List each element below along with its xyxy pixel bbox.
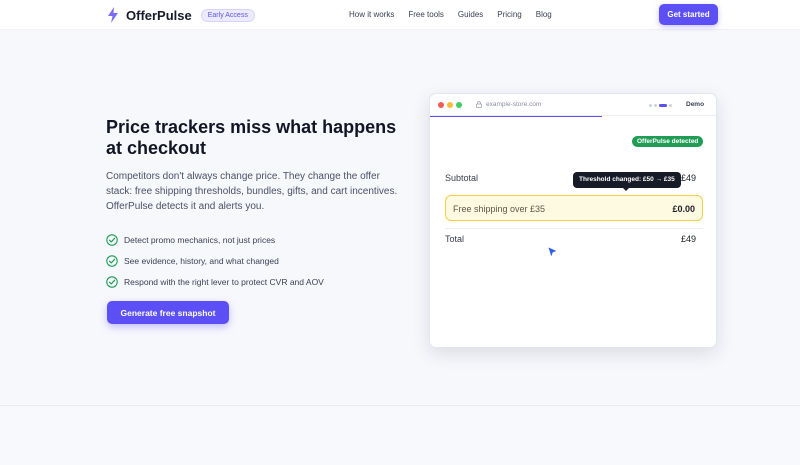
nav-link-pricing[interactable]: Pricing (497, 10, 521, 19)
demo-browser-window: example-store.com Demo OfferPulse detect… (429, 93, 717, 348)
free-shipping-label: Free shipping over £35 (453, 204, 546, 214)
feature-list: Detect promo mechanics, not just prices … (106, 229, 324, 292)
lightning-bolt-icon (108, 7, 118, 23)
window-minimize-dot (447, 102, 453, 108)
check-circle-icon (106, 254, 118, 267)
step-dot (649, 104, 652, 107)
nav-link-free-tools[interactable]: Free tools (408, 10, 444, 19)
check-circle-icon (106, 233, 118, 246)
load-progress-bar (430, 116, 602, 117)
step-dot (654, 104, 657, 107)
row-divider (445, 228, 703, 229)
brand-name: OfferPulse (126, 7, 192, 23)
lock-icon (476, 101, 482, 108)
cursor-pointer-icon (548, 247, 557, 257)
logo[interactable]: OfferPulse Early Access (107, 7, 255, 23)
tooltip-arrow (622, 187, 630, 191)
check-circle-icon (106, 275, 118, 288)
main-nav: How it works Free tools Guides Pricing B… (349, 10, 566, 19)
nav-link-blog[interactable]: Blog (536, 10, 552, 19)
total-row: Total £49 (445, 234, 703, 244)
next-section (0, 406, 800, 465)
feature-item: See evidence, history, and what changed (106, 250, 324, 271)
subtotal-value: £49 (680, 173, 696, 183)
threshold-tooltip: Threshold changed: £50 → £35 (573, 172, 681, 188)
step-indicator (649, 104, 674, 107)
feature-text: Detect promo mechanics, not just prices (124, 234, 276, 245)
feature-item: Detect promo mechanics, not just prices (106, 229, 324, 250)
window-maximize-dot (456, 102, 462, 108)
free-shipping-value: £0.00 (672, 204, 695, 214)
address-bar: example-store.com (476, 101, 541, 108)
total-label: Total (445, 234, 465, 244)
generate-snapshot-button[interactable]: Generate free snapshot (107, 301, 229, 324)
step-dot-active (659, 104, 667, 107)
early-access-badge: Early Access (200, 8, 255, 22)
url-text: example-store.com (486, 101, 542, 108)
free-shipping-row: Free shipping over £35 £0.00 (445, 195, 703, 221)
detected-badge: OfferPulse detected (632, 136, 704, 147)
subtotal-label: Subtotal (445, 173, 479, 183)
get-started-button[interactable]: Get started (659, 4, 718, 25)
hero-title: Price trackers miss what happens at chec… (106, 117, 397, 158)
feature-text: Respond with the right lever to protect … (124, 276, 324, 287)
feature-text: See evidence, history, and what changed (124, 255, 279, 266)
step-dot (669, 104, 672, 107)
site-header: OfferPulse Early Access How it works Fre… (0, 0, 800, 30)
window-close-dot (438, 102, 444, 108)
browser-toolbar: example-store.com Demo (430, 94, 716, 116)
hero-description: Competitors don't always change price. T… (106, 171, 398, 212)
nav-link-guides[interactable]: Guides (458, 10, 483, 19)
feature-item: Respond with the right lever to protect … (106, 271, 324, 292)
nav-link-how-it-works[interactable]: How it works (349, 10, 394, 19)
total-value: £49 (680, 234, 696, 244)
demo-label: Demo (686, 101, 705, 108)
